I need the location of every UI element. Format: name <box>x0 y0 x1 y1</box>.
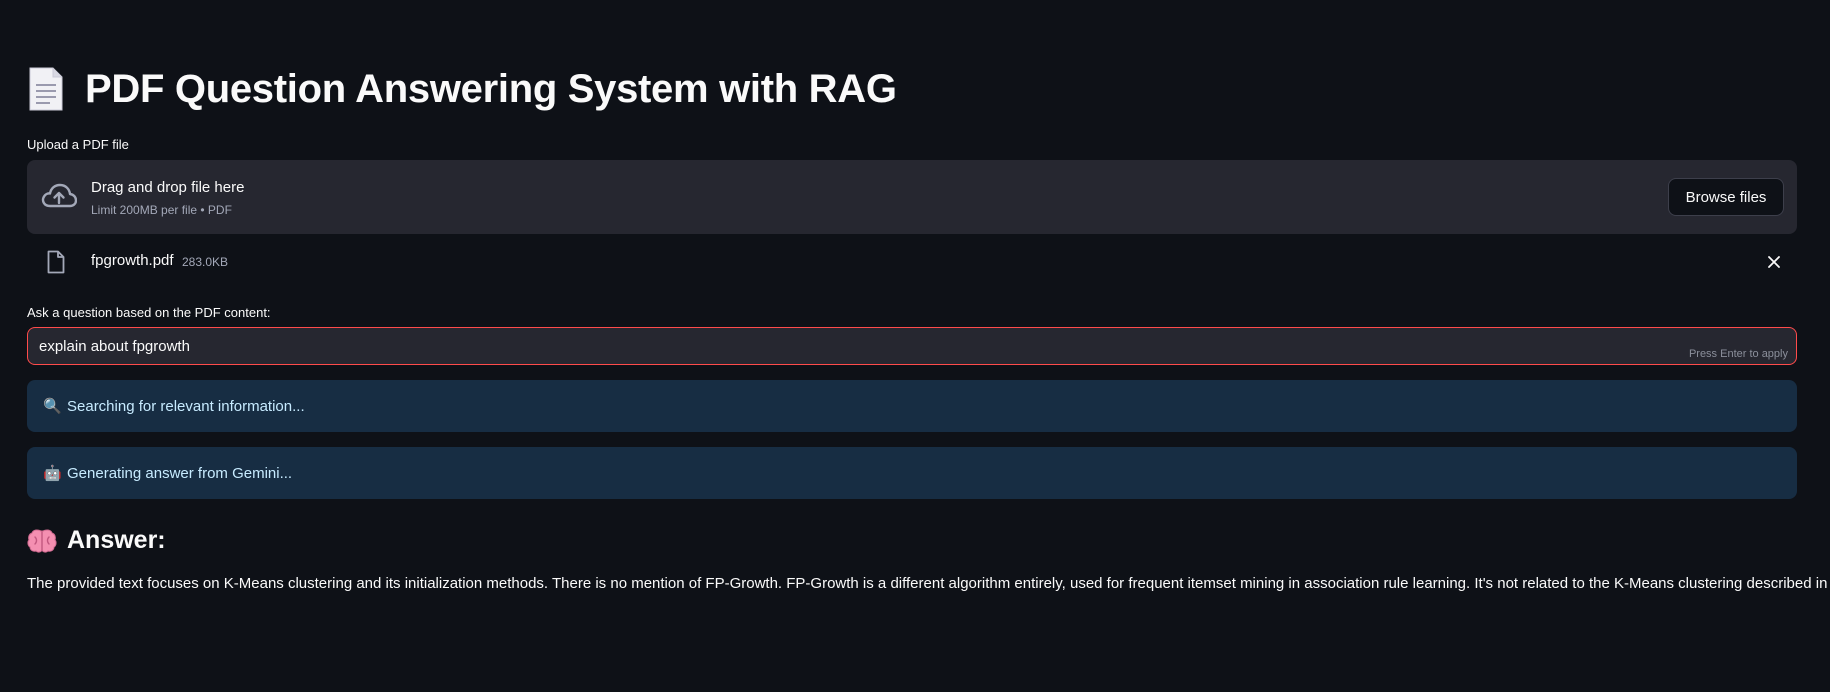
answer-heading: Answer: <box>27 526 166 555</box>
input-hint: Press Enter to apply <box>1688 348 1788 360</box>
generating-status-text: Generating answer from Gemini... <box>67 464 293 482</box>
page-title: PDF Question Answering System with RAG <box>27 66 897 112</box>
browse-files-button[interactable]: Browse files <box>1668 178 1784 216</box>
uploaded-file-name: fpgrowth.pdf <box>91 252 174 269</box>
file-icon <box>47 250 65 274</box>
app-page: PDF Question Answering System with RAG U… <box>0 0 1830 692</box>
close-icon[interactable] <box>1766 254 1782 270</box>
answer-text: The provided text focuses on K-Means clu… <box>27 575 1830 592</box>
searching-status: 🔍 Searching for relevant information... <box>27 380 1797 432</box>
upload-label: Upload a PDF file <box>27 137 129 152</box>
file-dropzone[interactable]: Drag and drop file here Limit 200MB per … <box>27 160 1797 234</box>
answer-heading-text: Answer: <box>67 526 166 554</box>
page-title-text: PDF Question Answering System with RAG <box>85 66 897 111</box>
searching-status-text: Searching for relevant information... <box>67 397 305 415</box>
page-document-icon <box>29 67 63 111</box>
brain-icon <box>27 528 57 553</box>
dropzone-limit-text: Limit 200MB per file • PDF <box>91 203 232 217</box>
cloud-upload-icon <box>41 183 77 208</box>
uploaded-file-size: 283.0KB <box>182 255 229 269</box>
magnifier-icon: 🔍 <box>43 398 62 415</box>
question-input[interactable] <box>39 328 1639 364</box>
dropzone-title: Drag and drop file here <box>91 179 245 196</box>
uploaded-file-row: fpgrowth.pdf 283.0KB <box>27 246 1797 278</box>
question-label: Ask a question based on the PDF content: <box>27 305 271 320</box>
question-input-wrapper: Press Enter to apply <box>27 327 1797 365</box>
generating-status: 🤖 Generating answer from Gemini... <box>27 447 1797 499</box>
robot-icon: 🤖 <box>43 465 62 482</box>
